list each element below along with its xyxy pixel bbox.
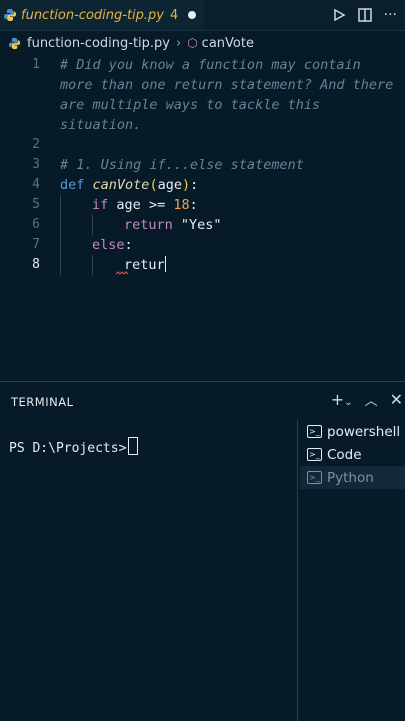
terminal-item-label: powershell (327, 423, 401, 440)
panel-header: TERMINAL +⌄ ︿ ✕ (0, 382, 405, 420)
comment: are multiple ways to tackle this (60, 97, 321, 113)
return-keyword: return (124, 217, 173, 233)
def-keyword: def (60, 177, 85, 193)
number-literal: 18 (173, 197, 190, 213)
breadcrumb: function-coding-tip.py › ⬡ canVote (0, 31, 405, 55)
comment: # 1. Using if...else statement (60, 157, 304, 173)
code-line: 5 if age >= 18: (0, 195, 405, 215)
code-line: 1 # Did you know a function may contain (0, 55, 405, 75)
breadcrumb-symbol[interactable]: canVote (202, 36, 254, 51)
maximize-panel-icon[interactable]: ︿ (365, 390, 378, 409)
terminal-icon: >_ (307, 448, 322, 461)
problems-count: 4 (169, 7, 179, 23)
comment: situation. (60, 117, 142, 133)
else-keyword: else (92, 237, 125, 253)
error-squiggle (116, 271, 128, 275)
comment: more than one return statement? And ther… (60, 77, 394, 93)
run-icon[interactable] (332, 8, 346, 22)
terminal-prompt: PS D:\Projects> (9, 441, 127, 456)
close-panel-icon[interactable]: ✕ (390, 390, 403, 409)
python-icon (4, 9, 16, 21)
param: age (157, 177, 182, 193)
breadcrumb-file[interactable]: function-coding-tip.py (27, 36, 170, 51)
line-number: 1 (32, 57, 40, 72)
terminal-item-python[interactable]: >_ Python (300, 466, 405, 489)
editor-tab[interactable]: function-coding-tip.py 4 (0, 0, 204, 30)
terminal-item-label: Code (327, 446, 362, 463)
line-number: 5 (32, 197, 40, 212)
if-var: age (116, 197, 141, 213)
line-number: 7 (32, 237, 40, 252)
typing-text: retur (124, 257, 165, 273)
function-name: canVote (92, 177, 150, 193)
line-number: 3 (32, 157, 40, 172)
line-number: 8 (32, 257, 40, 272)
panel-actions: +⌄ ︿ ✕ (331, 390, 403, 409)
code-line: situation. (0, 115, 405, 135)
cube-icon: ⬡ (187, 36, 198, 50)
terminal-icon: >_ (307, 471, 322, 484)
python-icon (8, 37, 21, 49)
terminal-cursor (128, 437, 139, 455)
code-line: 3 # 1. Using if...else statement (0, 155, 405, 175)
code-editor[interactable]: 1 # Did you know a function may contain … (0, 55, 405, 380)
if-keyword: if (92, 197, 109, 213)
code-line-active: 8 retur (0, 255, 405, 275)
terminal-output[interactable]: PS D:\Projects> (9, 437, 139, 456)
add-terminal-icon[interactable]: +⌄ (331, 390, 353, 409)
terminal-item-label: Python (327, 469, 374, 486)
code-line: 7 else: (0, 235, 405, 255)
panel-title[interactable]: TERMINAL (11, 395, 73, 409)
terminal-icon: >_ (307, 425, 322, 438)
more-icon[interactable]: ··· (384, 7, 397, 23)
colon: : (189, 197, 198, 213)
line-number: 4 (32, 177, 40, 192)
unsaved-dot-icon[interactable] (188, 11, 197, 19)
comment: # Did you know a function may contain (60, 57, 361, 73)
chevron-right-icon: › (175, 35, 182, 51)
code-line: 2 (0, 135, 405, 155)
code-line: more than one return statement? And ther… (0, 75, 405, 95)
terminal-item-powershell[interactable]: >_ powershell (300, 420, 405, 443)
panel-divider[interactable] (297, 420, 298, 721)
tab-bar: function-coding-tip.py 4 ··· (0, 0, 405, 31)
terminal-item-code[interactable]: >_ Code (300, 443, 405, 466)
string-literal: "Yes" (180, 217, 222, 233)
split-editor-icon[interactable] (357, 8, 372, 22)
tab-filename: function-coding-tip.py (21, 7, 164, 23)
line-number: 2 (32, 137, 40, 152)
operator: >= (148, 197, 166, 213)
tab-actions: ··· (332, 0, 405, 30)
terminal-panel: TERMINAL +⌄ ︿ ✕ PS D:\Projects> >_ power… (0, 381, 405, 721)
text-cursor (164, 256, 167, 272)
code-line: 4 def canVote(age): (0, 175, 405, 195)
code-line: are multiple ways to tackle this (0, 95, 405, 115)
line-number: 6 (32, 217, 40, 232)
terminal-list: >_ powershell >_ Code >_ Python (300, 420, 405, 489)
code-line: 6 return "Yes" (0, 215, 405, 235)
